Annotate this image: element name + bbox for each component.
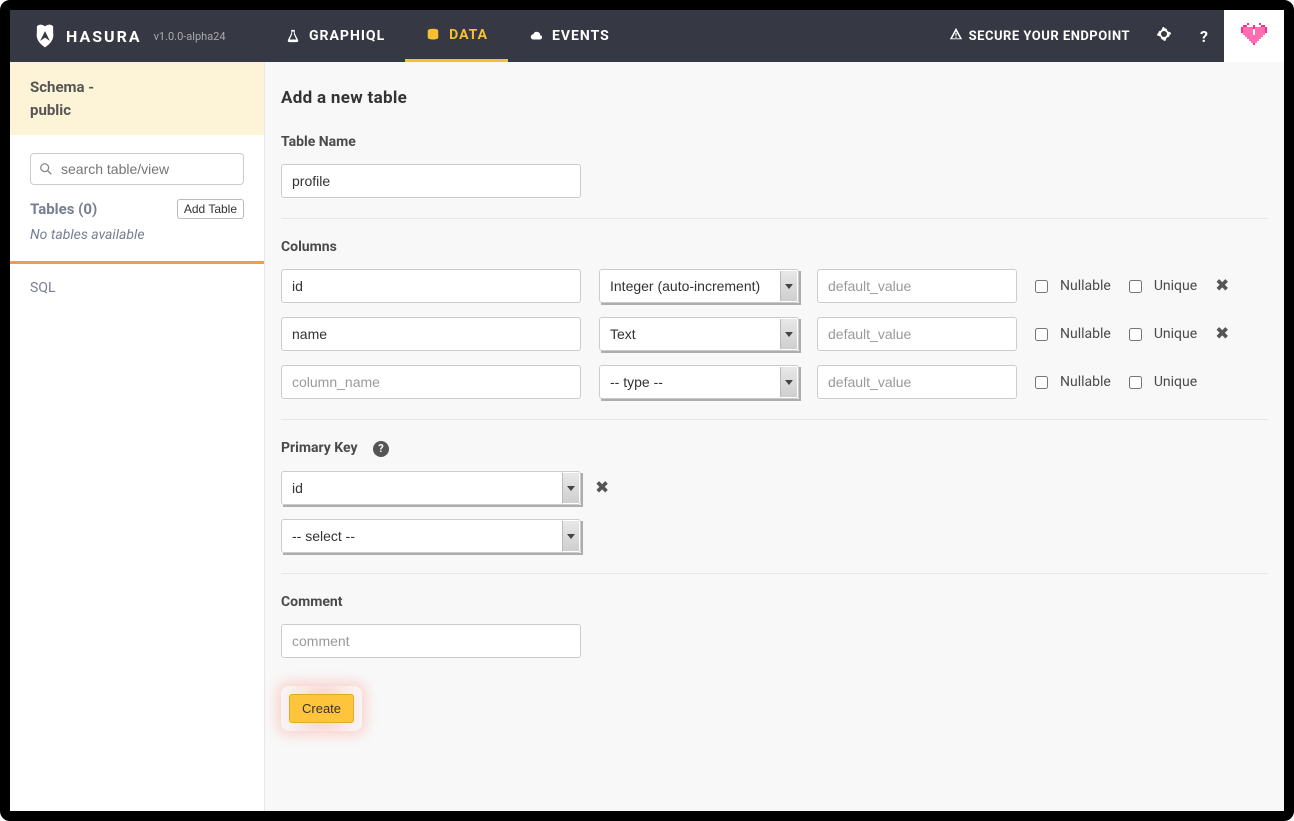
column-row: -- type -- Nullable Unique xyxy=(281,365,1268,399)
comment-label: Comment xyxy=(281,594,1268,610)
divider xyxy=(281,419,1268,420)
main-area: Schema - public Tables (0) Add Table No … xyxy=(10,62,1284,811)
column-row: Integer (auto-increment) Nullable Unique… xyxy=(281,269,1268,303)
nav-events[interactable]: EVENTS xyxy=(508,10,630,62)
add-table-button[interactable]: Add Table xyxy=(177,199,244,219)
content: Add a new table Table Name Columns Integ… xyxy=(265,62,1284,811)
close-icon: ✖ xyxy=(1215,324,1229,344)
comment-input[interactable] xyxy=(281,624,581,658)
no-tables-text: No tables available xyxy=(10,227,264,255)
unique-label: Unique xyxy=(1154,278,1197,294)
create-button-highlight: Create xyxy=(281,686,362,731)
topbar-right: SECURE YOUR ENDPOINT ? xyxy=(935,10,1284,62)
hasura-logo-icon xyxy=(32,23,58,49)
divider xyxy=(281,218,1268,219)
close-icon: ✖ xyxy=(1215,276,1229,296)
column-row: Text Nullable Unique ✖ xyxy=(281,317,1268,351)
pixel-heart-icon xyxy=(1241,23,1267,49)
warning-icon xyxy=(949,27,963,45)
nullable-label: Nullable xyxy=(1060,278,1111,294)
column-default-input[interactable] xyxy=(817,269,1017,303)
remove-column-button[interactable]: ✖ xyxy=(1215,276,1229,296)
secure-endpoint-label: SECURE YOUR ENDPOINT xyxy=(969,29,1130,44)
search-box xyxy=(30,153,244,185)
nav-events-label: EVENTS xyxy=(552,28,610,44)
cloud-icon xyxy=(528,28,544,44)
pk-select-wrap: id xyxy=(281,471,581,505)
table-name-label: Table Name xyxy=(281,134,1268,150)
topbar: HASURA v1.0.0-alpha24 GRAPHIQL DATA EVEN… xyxy=(10,10,1284,62)
unique-group: Unique xyxy=(1129,278,1197,294)
unique-label: Unique xyxy=(1154,374,1197,390)
primary-key-row: id ✖ xyxy=(281,471,1268,505)
primary-key-select[interactable]: -- select -- xyxy=(281,519,581,553)
search-icon xyxy=(39,161,53,180)
column-type-select-wrap: Text xyxy=(599,317,799,351)
nullable-label: Nullable xyxy=(1060,326,1111,342)
nullable-group: Nullable xyxy=(1035,326,1111,342)
unique-checkbox[interactable] xyxy=(1129,376,1142,389)
nullable-checkbox[interactable] xyxy=(1035,328,1048,341)
column-name-input[interactable] xyxy=(281,365,581,399)
schema-header[interactable]: Schema - public xyxy=(10,62,264,135)
column-default-input[interactable] xyxy=(817,317,1017,351)
question-icon: ? xyxy=(1200,27,1208,46)
settings-button[interactable] xyxy=(1144,10,1184,62)
column-type-select[interactable]: Text xyxy=(599,317,799,351)
nav-data[interactable]: DATA xyxy=(405,10,508,62)
columns-label: Columns xyxy=(281,239,1268,255)
tables-count-label: Tables (0) xyxy=(30,200,97,218)
close-icon: ✖ xyxy=(595,478,609,498)
search-input[interactable] xyxy=(30,153,244,185)
primary-key-row: -- select -- xyxy=(281,519,1268,553)
pk-select-wrap: -- select -- xyxy=(281,519,581,553)
help-button[interactable]: ? xyxy=(1184,10,1224,62)
unique-checkbox[interactable] xyxy=(1129,328,1142,341)
primary-key-select[interactable]: id xyxy=(281,471,581,505)
remove-column-button[interactable]: ✖ xyxy=(1215,324,1229,344)
table-name-input[interactable] xyxy=(281,164,581,198)
nullable-group: Nullable xyxy=(1035,374,1111,390)
unique-group: Unique xyxy=(1129,374,1197,390)
unique-label: Unique xyxy=(1154,326,1197,342)
love-button[interactable] xyxy=(1224,10,1284,62)
sidebar: Schema - public Tables (0) Add Table No … xyxy=(10,62,265,811)
tables-header: Tables (0) Add Table xyxy=(10,195,264,227)
page-title: Add a new table xyxy=(281,88,1268,108)
column-type-select[interactable]: Integer (auto-increment) xyxy=(599,269,799,303)
help-icon[interactable]: ? xyxy=(373,441,389,457)
flask-icon xyxy=(285,28,301,44)
logo-area: HASURA v1.0.0-alpha24 xyxy=(10,23,265,49)
unique-checkbox[interactable] xyxy=(1129,280,1142,293)
create-button[interactable]: Create xyxy=(289,694,354,723)
column-name-input[interactable] xyxy=(281,317,581,351)
top-nav: GRAPHIQL DATA EVENTS xyxy=(265,10,630,62)
column-type-select-wrap: Integer (auto-increment) xyxy=(599,269,799,303)
secure-endpoint-link[interactable]: SECURE YOUR ENDPOINT xyxy=(935,27,1144,45)
nav-graphiql[interactable]: GRAPHIQL xyxy=(265,10,405,62)
column-type-select-wrap: -- type -- xyxy=(599,365,799,399)
nullable-group: Nullable xyxy=(1035,278,1111,294)
divider xyxy=(281,573,1268,574)
unique-group: Unique xyxy=(1129,326,1197,342)
nav-data-label: DATA xyxy=(449,27,488,43)
version-text: v1.0.0-alpha24 xyxy=(154,30,226,43)
column-name-input[interactable] xyxy=(281,269,581,303)
nullable-label: Nullable xyxy=(1060,374,1111,390)
sql-link[interactable]: SQL xyxy=(10,264,264,312)
schema-label: Schema - xyxy=(30,76,244,99)
schema-name: public xyxy=(30,99,244,122)
gear-icon xyxy=(1156,26,1172,46)
nav-graphiql-label: GRAPHIQL xyxy=(309,28,385,44)
primary-key-label: Primary Key ? xyxy=(281,440,1268,457)
database-icon xyxy=(425,27,441,43)
column-default-input[interactable] xyxy=(817,365,1017,399)
nullable-checkbox[interactable] xyxy=(1035,376,1048,389)
remove-pk-button[interactable]: ✖ xyxy=(595,478,609,498)
column-type-select[interactable]: -- type -- xyxy=(599,365,799,399)
brand-text: HASURA xyxy=(66,27,142,46)
nullable-checkbox[interactable] xyxy=(1035,280,1048,293)
